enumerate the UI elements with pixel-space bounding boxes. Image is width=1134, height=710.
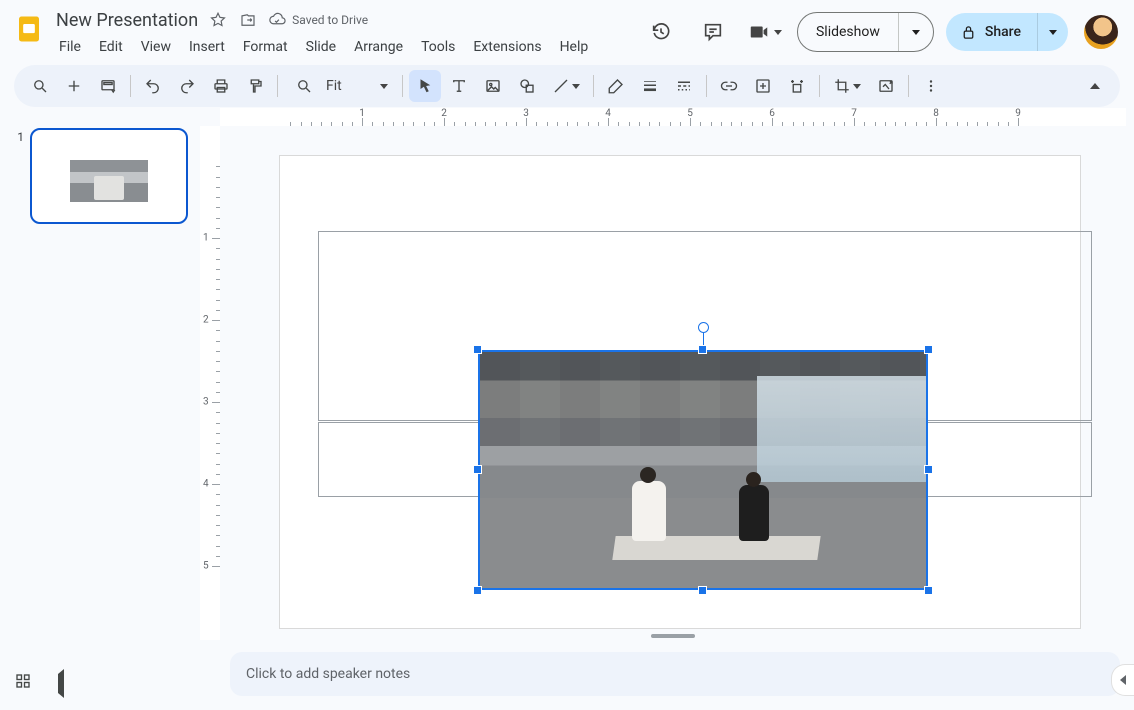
resize-handle-tr[interactable] — [924, 345, 933, 354]
comments-icon[interactable] — [693, 12, 733, 52]
border-color-icon[interactable] — [600, 70, 632, 102]
history-icon[interactable] — [641, 12, 681, 52]
redo-icon[interactable] — [171, 70, 203, 102]
resize-handle-tl[interactable] — [473, 345, 482, 354]
rotate-handle[interactable] — [698, 322, 709, 333]
ruler-h-label: 2 — [441, 108, 447, 119]
border-dash-icon[interactable] — [668, 70, 700, 102]
slide-canvas[interactable] — [220, 126, 1126, 640]
speaker-notes[interactable]: Click to add speaker notes — [230, 652, 1120, 696]
resize-handle-bl[interactable] — [473, 586, 482, 595]
resize-handle-tm[interactable] — [698, 345, 707, 354]
line-tool-icon[interactable] — [545, 70, 587, 102]
share-button[interactable]: Share — [946, 13, 1037, 51]
crop-image-icon[interactable] — [826, 70, 868, 102]
slide-thumbnails: 1 — [0, 108, 200, 710]
star-icon[interactable] — [208, 10, 228, 30]
save-status-text: Saved to Drive — [292, 13, 368, 27]
document-title[interactable]: New Presentation — [56, 10, 198, 31]
search-menus-icon[interactable] — [24, 70, 56, 102]
menu-view[interactable]: View — [133, 35, 179, 59]
more-options-icon[interactable] — [915, 70, 947, 102]
ruler-v-label: 1 — [203, 233, 209, 244]
menu-insert[interactable]: Insert — [181, 35, 233, 59]
resize-handle-ml[interactable] — [473, 465, 482, 474]
new-slide-icon[interactable] — [58, 70, 90, 102]
ruler-v-label: 2 — [203, 315, 209, 326]
ruler-h-label: 1 — [359, 108, 365, 119]
account-avatar[interactable] — [1084, 15, 1118, 49]
share-dropdown[interactable] — [1037, 13, 1068, 51]
zoom-icon[interactable] — [288, 70, 320, 102]
selected-image[interactable] — [478, 350, 928, 590]
side-panel-toggle[interactable] — [1111, 664, 1134, 696]
collapse-filmstrip-icon[interactable] — [58, 674, 64, 693]
mask-image-icon[interactable] — [781, 70, 813, 102]
replace-image-icon[interactable] — [870, 70, 902, 102]
chevron-down-icon — [774, 30, 782, 35]
border-weight-icon[interactable] — [634, 70, 666, 102]
toolbar: Fit — [14, 65, 1120, 107]
insert-comment-icon[interactable] — [747, 70, 779, 102]
textbox-icon[interactable] — [443, 70, 475, 102]
paint-format-icon[interactable] — [239, 70, 271, 102]
shape-icon[interactable] — [511, 70, 543, 102]
resize-handle-br[interactable] — [924, 586, 933, 595]
undo-icon[interactable] — [137, 70, 169, 102]
select-tool-icon[interactable] — [409, 70, 441, 102]
ruler-h-label: 6 — [769, 108, 775, 119]
move-icon[interactable] — [238, 10, 258, 30]
ruler-h-label: 7 — [851, 108, 857, 119]
print-icon[interactable] — [205, 70, 237, 102]
ruler-v-label: 5 — [203, 561, 209, 572]
menu-tools[interactable]: Tools — [413, 35, 463, 59]
meet-button[interactable] — [745, 12, 785, 52]
insert-image-icon[interactable] — [477, 70, 509, 102]
insert-link-icon[interactable] — [713, 70, 745, 102]
zoom-level[interactable]: Fit — [326, 78, 370, 94]
resize-handle-mr[interactable] — [924, 465, 933, 474]
menu-format[interactable]: Format — [235, 35, 296, 59]
resize-handle-bm[interactable] — [698, 586, 707, 595]
thumbnail-number: 1 — [12, 128, 24, 224]
save-status[interactable]: Saved to Drive — [268, 11, 368, 29]
horizontal-ruler[interactable]: 1 2 3 4 5 6 7 8 9 — [220, 108, 1126, 127]
ruler-v-label: 3 — [203, 397, 209, 408]
vertical-ruler[interactable]: 1 2 3 4 5 — [200, 126, 221, 640]
menu-help[interactable]: Help — [552, 35, 597, 59]
slideshow-button[interactable]: Slideshow — [798, 13, 898, 51]
image-content[interactable] — [478, 350, 928, 590]
ruler-h-label: 3 — [523, 108, 529, 119]
slides-app-icon[interactable] — [12, 12, 46, 46]
menu-file[interactable]: File — [56, 35, 89, 59]
notes-resize-handle[interactable] — [651, 634, 695, 638]
menu-arrange[interactable]: Arrange — [346, 35, 411, 59]
menu-bar: File Edit View Insert Format Slide Arran… — [56, 35, 631, 59]
grid-view-icon[interactable] — [14, 672, 32, 694]
menu-edit[interactable]: Edit — [91, 35, 131, 59]
ruler-h-label: 9 — [1015, 108, 1021, 119]
menu-slide[interactable]: Slide — [298, 35, 344, 59]
ruler-v-label: 4 — [203, 479, 209, 490]
speaker-notes-placeholder: Click to add speaker notes — [246, 666, 410, 682]
slide-thumbnail[interactable] — [30, 128, 188, 224]
ruler-h-label: 5 — [687, 108, 693, 119]
thumbnail-image-preview — [70, 160, 148, 202]
zoom-dropdown[interactable] — [376, 84, 392, 89]
ruler-h-label: 4 — [605, 108, 611, 119]
share-label: Share — [985, 24, 1021, 40]
collapse-toolbar-icon[interactable] — [1080, 83, 1110, 89]
menu-extensions[interactable]: Extensions — [465, 35, 549, 59]
new-slide-layout-icon[interactable] — [92, 70, 124, 102]
ruler-h-label: 8 — [933, 108, 939, 119]
slideshow-dropdown[interactable] — [898, 13, 933, 51]
